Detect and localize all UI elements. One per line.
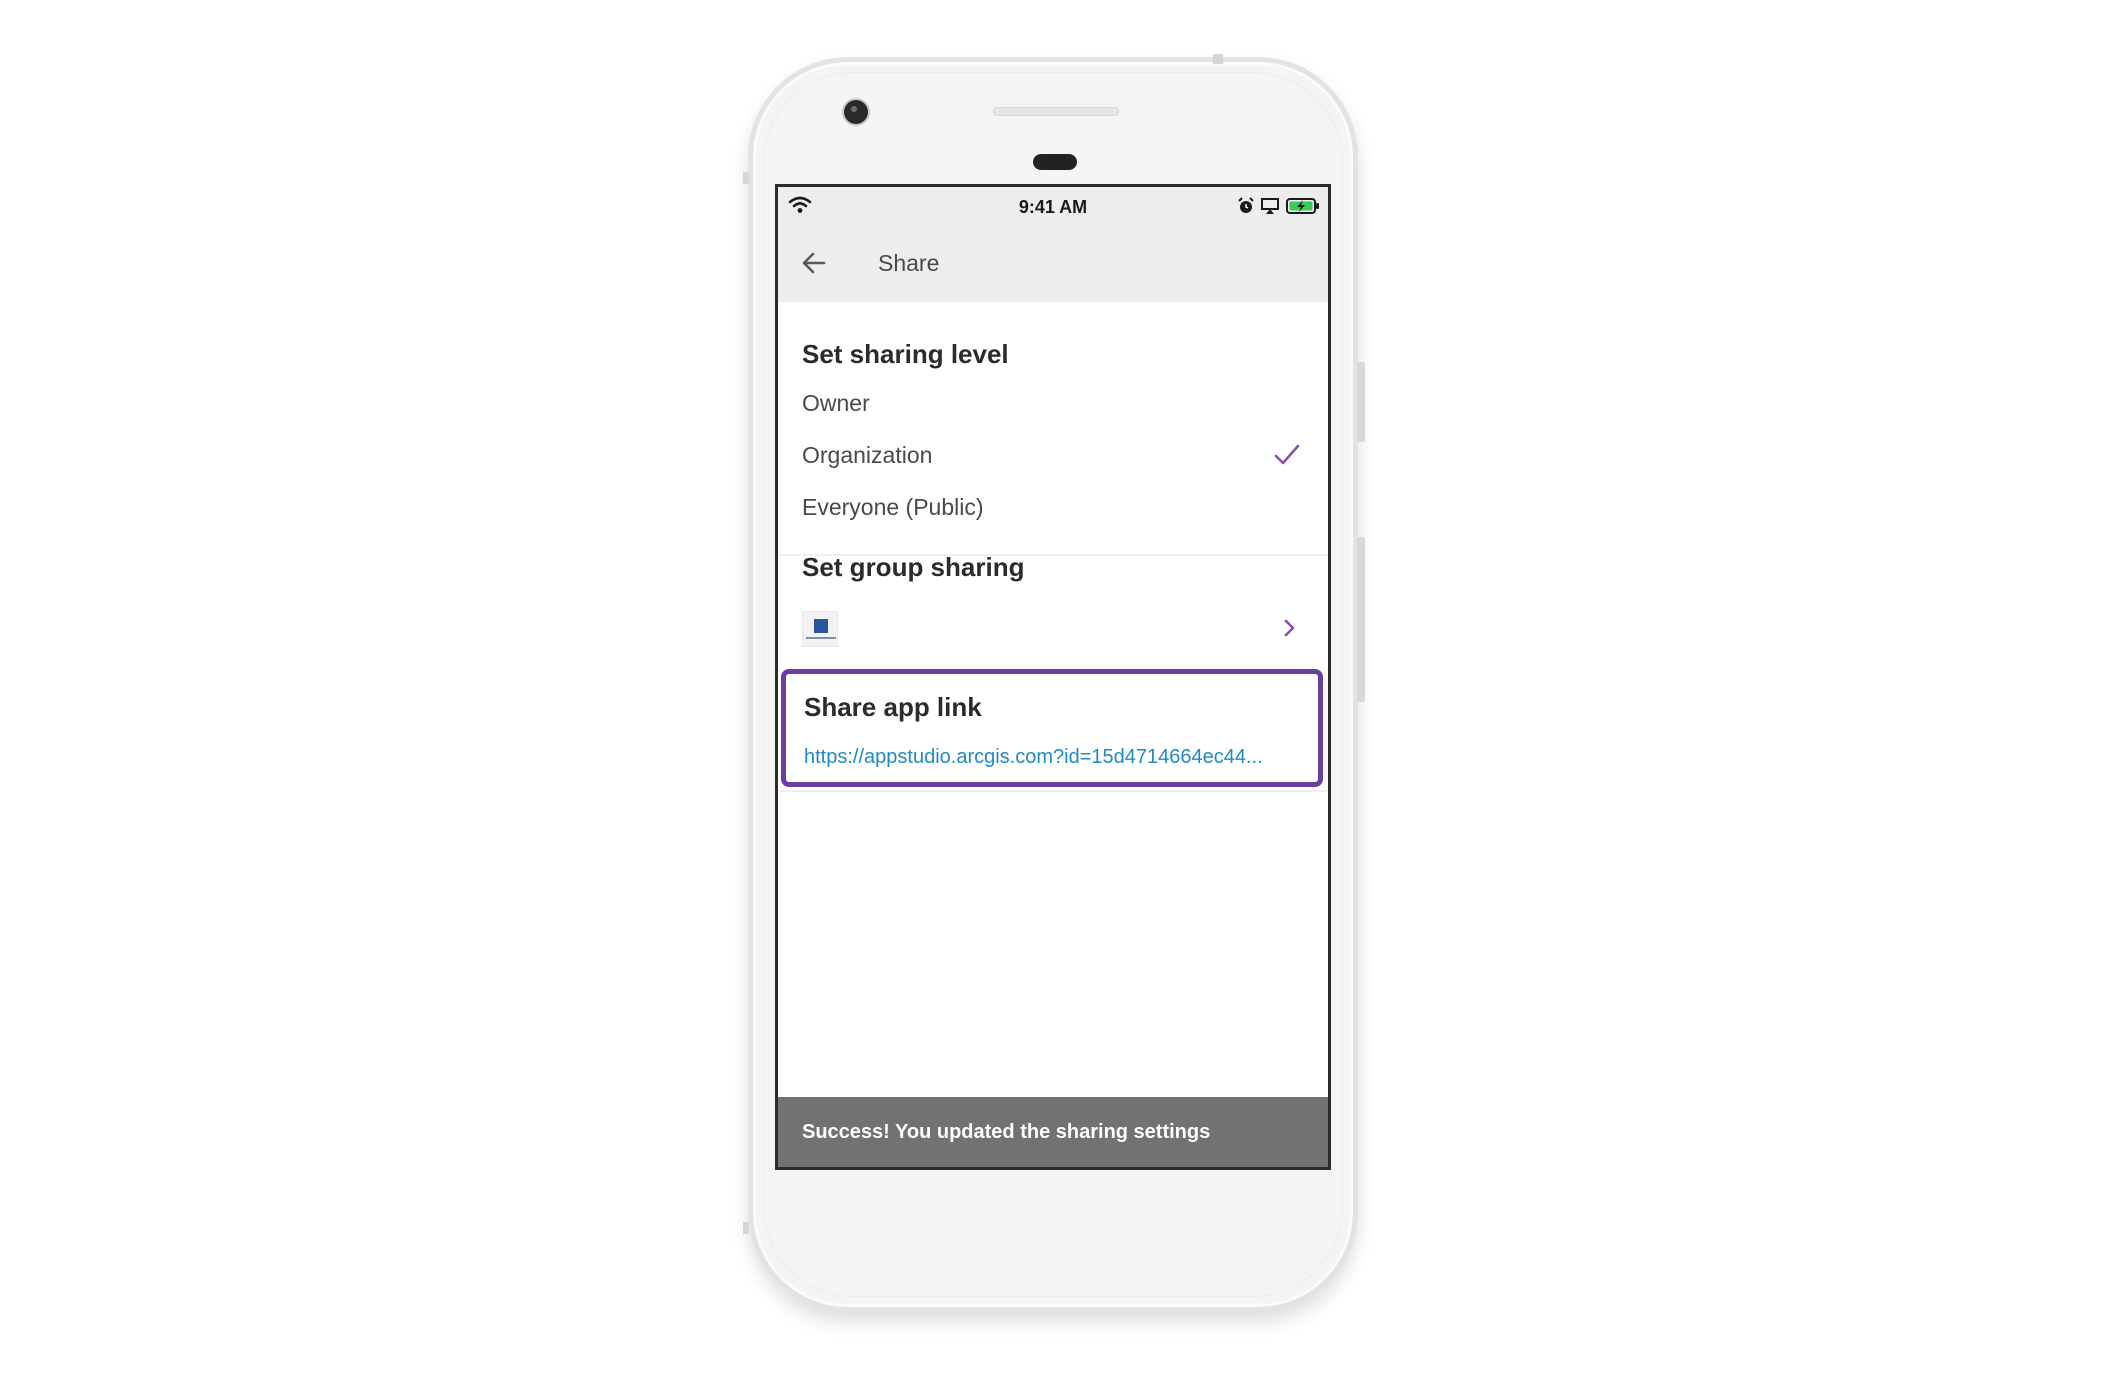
share-app-link-url[interactable]: https://appstudio.arcgis.com?id=15d47146…: [804, 746, 1304, 769]
app-bar: Share: [778, 223, 1328, 302]
group-thumbnail: [802, 611, 838, 647]
power-button: [1357, 362, 1365, 442]
sharing-option-everyone[interactable]: Everyone (Public): [778, 480, 1328, 536]
front-camera: [844, 100, 868, 124]
sharing-option-organization[interactable]: Organization: [778, 428, 1328, 484]
sharing-option-label: Everyone (Public): [802, 494, 984, 520]
arrow-left-icon[interactable]: [800, 249, 828, 277]
page-title: Share: [878, 250, 940, 276]
group-logo-icon: [814, 619, 828, 633]
status-bar: 9:41 AM: [778, 187, 1328, 223]
earpiece-speaker: [993, 107, 1119, 116]
divider: [778, 790, 1328, 792]
frame-notch: [1213, 54, 1223, 64]
group-sharing-title: Set group sharing: [802, 552, 1025, 582]
airplay-icon: [1261, 198, 1279, 214]
success-toast: Success! You updated the sharing setting…: [778, 1097, 1328, 1167]
sharing-option-label: Organization: [802, 442, 933, 468]
share-app-link-highlight: Share app link https://appstudio.arcgis.…: [781, 669, 1323, 787]
status-icons: [1238, 196, 1320, 216]
group-logo-text: [806, 637, 836, 639]
alarm-icon: [1238, 197, 1254, 213]
check-icon: [1274, 444, 1300, 465]
battery-charging-icon: [1286, 198, 1319, 214]
sharing-option-label: Owner: [802, 390, 870, 416]
group-sharing-row[interactable]: [778, 605, 1328, 655]
sharing-level-title: Set sharing level: [802, 339, 1009, 369]
phone-screen: 9:41 AM Share Set sharing level Owner Or…: [775, 184, 1331, 1170]
sharing-option-owner[interactable]: Owner: [778, 376, 1328, 432]
frame-notch: [743, 172, 749, 184]
volume-button: [1357, 537, 1365, 702]
toast-message: Success! You updated the sharing setting…: [802, 1121, 1211, 1143]
chevron-right-icon[interactable]: [1278, 617, 1300, 639]
proximity-sensor: [1033, 154, 1077, 170]
frame-notch: [743, 1222, 749, 1234]
share-app-link-title: Share app link: [804, 692, 982, 722]
stage: 9:41 AM Share Set sharing level Owner Or…: [0, 0, 2104, 1400]
